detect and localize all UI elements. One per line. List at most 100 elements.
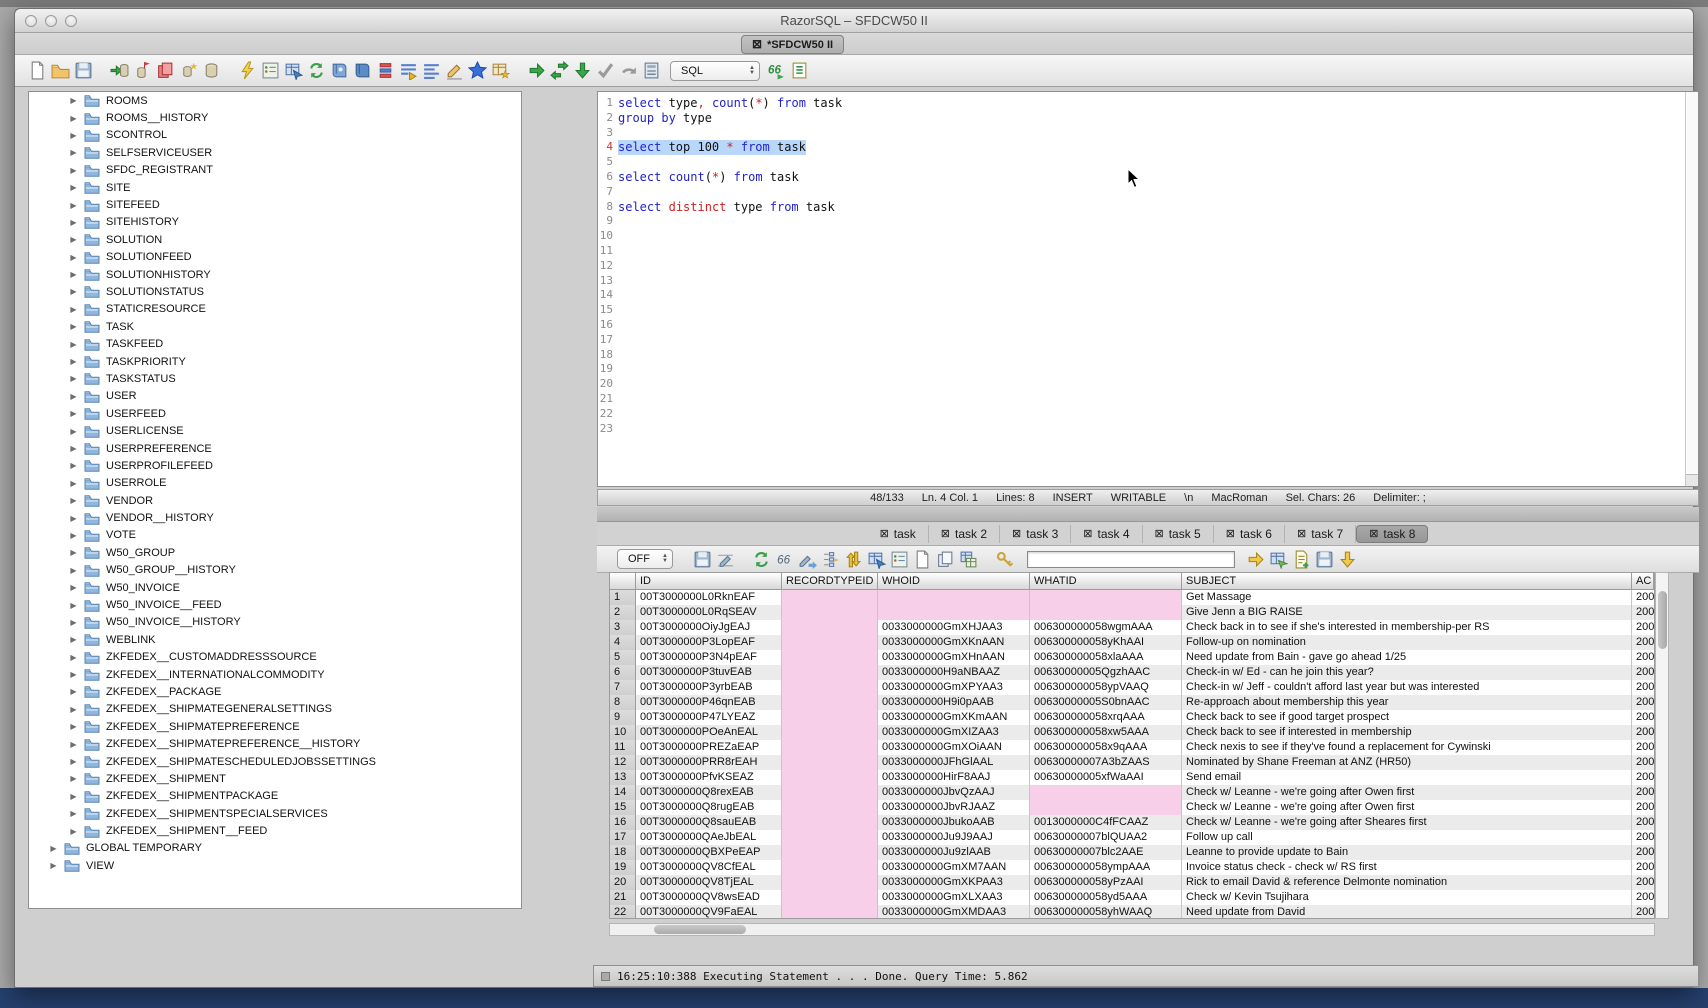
cell-ac[interactable]: 200 <box>1632 845 1654 860</box>
code-line-17[interactable]: 17 <box>598 333 1684 348</box>
cell-rownum[interactable]: 21 <box>610 890 636 905</box>
disclosure-triangle-icon[interactable]: ▶ <box>67 392 80 401</box>
cell-whoid[interactable]: 0033000000Ju9J9AAJ <box>878 830 1030 845</box>
cell-id[interactable]: 00T3000000QV9FaEAL <box>636 905 782 919</box>
cell-subject[interactable]: Need update from Bain - gave go ahead 1/… <box>1182 650 1632 665</box>
align-lines-icon[interactable] <box>421 60 442 81</box>
tree-item-rooms-history[interactable]: ▶ROOMS__HISTORY <box>29 109 521 126</box>
cell-whoid[interactable]: 0033000000GmXMDAA3 <box>878 905 1030 919</box>
database-icon[interactable] <box>201 60 222 81</box>
close-tab-icon[interactable]: ⊠ <box>941 527 950 540</box>
cell-recordtypeid[interactable] <box>782 770 878 785</box>
tree-item-weblink[interactable]: ▶WEBLINK <box>29 631 521 648</box>
sql-mode-select[interactable]: SQL▲▼ <box>670 61 760 81</box>
cell-id[interactable]: 00T3000000Q8rugEAB <box>636 800 782 815</box>
disclosure-triangle-icon[interactable]: ▶ <box>67 305 80 314</box>
result-tab-task-8[interactable]: ⊠task 8 <box>1356 525 1428 543</box>
cell-rownum[interactable]: 14 <box>610 785 636 800</box>
table-row[interactable]: 900T3000000P47LYEAZ0033000000GmXKmAAN006… <box>610 710 1654 725</box>
cell-ac[interactable]: 200 <box>1632 665 1654 680</box>
close-tab-icon[interactable]: ⊠ <box>1155 527 1164 540</box>
cell-subject[interactable]: Follow up call <box>1182 830 1632 845</box>
cell-whatid[interactable]: 006300000058wgmAAA <box>1030 620 1182 635</box>
table-row[interactable]: 600T3000000P3tuvEAB0033000000H9aNBAAZ006… <box>610 665 1654 680</box>
code-line-16[interactable]: 16 <box>598 318 1684 333</box>
download-arrow-icon[interactable] <box>1337 549 1358 570</box>
cell-subject[interactable]: Nominated by Shane Freeman at ANZ (HR50) <box>1182 755 1632 770</box>
table-row[interactable]: 1300T3000000PfvKSEAZ0033000000HirF8AAJ00… <box>610 770 1654 785</box>
tree-item-taskpriority[interactable]: ▶TASKPRIORITY <box>29 353 521 370</box>
note-add-icon[interactable] <box>1291 549 1312 570</box>
cell-whatid[interactable]: 00630000005S0bnAAC <box>1030 695 1182 710</box>
cell-whoid[interactable] <box>878 605 1030 620</box>
cell-recordtypeid[interactable] <box>782 890 878 905</box>
code-line-10[interactable]: 10 <box>598 229 1684 244</box>
glasses-66-icon[interactable]: 66 <box>774 549 795 570</box>
cell-recordtypeid[interactable] <box>782 815 878 830</box>
cell-whatid[interactable]: 006300000058ypVAAQ <box>1030 680 1182 695</box>
code-line-7[interactable]: 7 <box>598 185 1684 200</box>
result-tab-task-3[interactable]: ⊠task 3 <box>1000 525 1071 543</box>
cell-id[interactable]: 00T3000000P3yrbEAB <box>636 680 782 695</box>
cell-id[interactable]: 00T3000000P3LopEAF <box>636 635 782 650</box>
cell-id[interactable]: 00T3000000P3tuvEAB <box>636 665 782 680</box>
cell-ac[interactable]: 200 <box>1632 650 1654 665</box>
cell-subject[interactable]: Check back to see if good target prospec… <box>1182 710 1632 725</box>
disclosure-triangle-icon[interactable]: ▶ <box>67 809 80 818</box>
cell-whoid[interactable]: 0033000000GmXHJAA3 <box>878 620 1030 635</box>
cell-ac[interactable]: 200 <box>1632 620 1654 635</box>
cell-ac[interactable]: 200 <box>1632 755 1654 770</box>
cell-subject[interactable]: Invoice status check - check w/ RS first <box>1182 860 1632 875</box>
cell-rownum[interactable]: 3 <box>610 620 636 635</box>
editor-results-splitter[interactable] <box>597 507 1699 522</box>
cell-recordtypeid[interactable] <box>782 725 878 740</box>
tree-item-userprofilefeed[interactable]: ▶USERPROFILEFEED <box>29 457 521 474</box>
code-line-5[interactable]: 5 <box>598 155 1684 170</box>
disclosure-triangle-icon[interactable]: ▶ <box>67 427 80 436</box>
tree-item-zkfedex-shipmatepreference[interactable]: ▶ZKFEDEX__SHIPMATEPREFERENCE <box>29 718 521 735</box>
cell-id[interactable]: 00T3000000L0RqSEAV <box>636 605 782 620</box>
cell-recordtypeid[interactable] <box>782 680 878 695</box>
close-tab-icon[interactable]: ⊠ <box>1226 527 1235 540</box>
code-line-19[interactable]: 19 <box>598 362 1684 377</box>
code-line-13[interactable]: 13 <box>598 274 1684 289</box>
close-tab-icon[interactable]: ⊠ <box>1369 527 1378 540</box>
tree-item-userpreference[interactable]: ▶USERPREFERENCE <box>29 440 521 457</box>
cell-id[interactable]: 00T3000000PfvKSEAZ <box>636 770 782 785</box>
cell-id[interactable]: 00T3000000POeAnEAL <box>636 725 782 740</box>
result-tab-task-6[interactable]: ⊠task 6 <box>1214 525 1285 543</box>
export-table-icon[interactable] <box>283 60 304 81</box>
disclosure-triangle-icon[interactable]: ▶ <box>47 844 60 853</box>
cell-id[interactable]: 00T3000000Q8rexEAB <box>636 785 782 800</box>
cell-whatid[interactable]: 0013000000C4fFCAAZ <box>1030 815 1182 830</box>
cell-whoid[interactable]: 0033000000JbukoAAB <box>878 815 1030 830</box>
cell-recordtypeid[interactable] <box>782 605 878 620</box>
cell-rownum[interactable]: 16 <box>610 815 636 830</box>
new-connection-icon[interactable]: ★ <box>178 60 199 81</box>
disclosure-triangle-icon[interactable]: ▶ <box>67 374 80 383</box>
cell-rownum[interactable]: 18 <box>610 845 636 860</box>
tree-item-w50-invoice-feed[interactable]: ▶W50_INVOICE__FEED <box>29 596 521 613</box>
cell-ac[interactable]: 200 <box>1632 710 1654 725</box>
cell-whoid[interactable]: 0033000000GmXKmAAN <box>878 710 1030 725</box>
cell-id[interactable]: 00T3000000QAeJbEAL <box>636 830 782 845</box>
disclosure-triangle-icon[interactable]: ▶ <box>67 131 80 140</box>
disclosure-triangle-icon[interactable]: ▶ <box>67 270 80 279</box>
cell-rownum[interactable]: 10 <box>610 725 636 740</box>
cell-id[interactable]: 00T3000000P47LYEAZ <box>636 710 782 725</box>
document-tab[interactable]: ⊠ *SFDCW50 II <box>741 35 844 54</box>
cell-id[interactable]: 00T3000000QBXPeEAP <box>636 845 782 860</box>
cell-whatid[interactable]: 006300000058yhWAAQ <box>1030 905 1182 919</box>
disclosure-triangle-icon[interactable]: ▶ <box>67 618 80 627</box>
cell-id[interactable]: 00T3000000QV8CfEAL <box>636 860 782 875</box>
tree-item-w50-invoice[interactable]: ▶W50_INVOICE <box>29 579 521 596</box>
code-line-12[interactable]: 12 <box>598 259 1684 274</box>
disclosure-triangle-icon[interactable]: ▶ <box>67 827 80 836</box>
tree-item-rooms[interactable]: ▶ROOMS <box>29 92 521 109</box>
disclosure-triangle-icon[interactable]: ▶ <box>67 583 80 592</box>
table-row[interactable]: 100T3000000L0RknEAFGet Massage200 <box>610 590 1654 605</box>
disclosure-triangle-icon[interactable]: ▶ <box>67 218 80 227</box>
commit-check-icon[interactable] <box>595 60 616 81</box>
cell-ac[interactable]: 200 <box>1632 635 1654 650</box>
cell-subject[interactable]: Check back to see if interested in membe… <box>1182 725 1632 740</box>
